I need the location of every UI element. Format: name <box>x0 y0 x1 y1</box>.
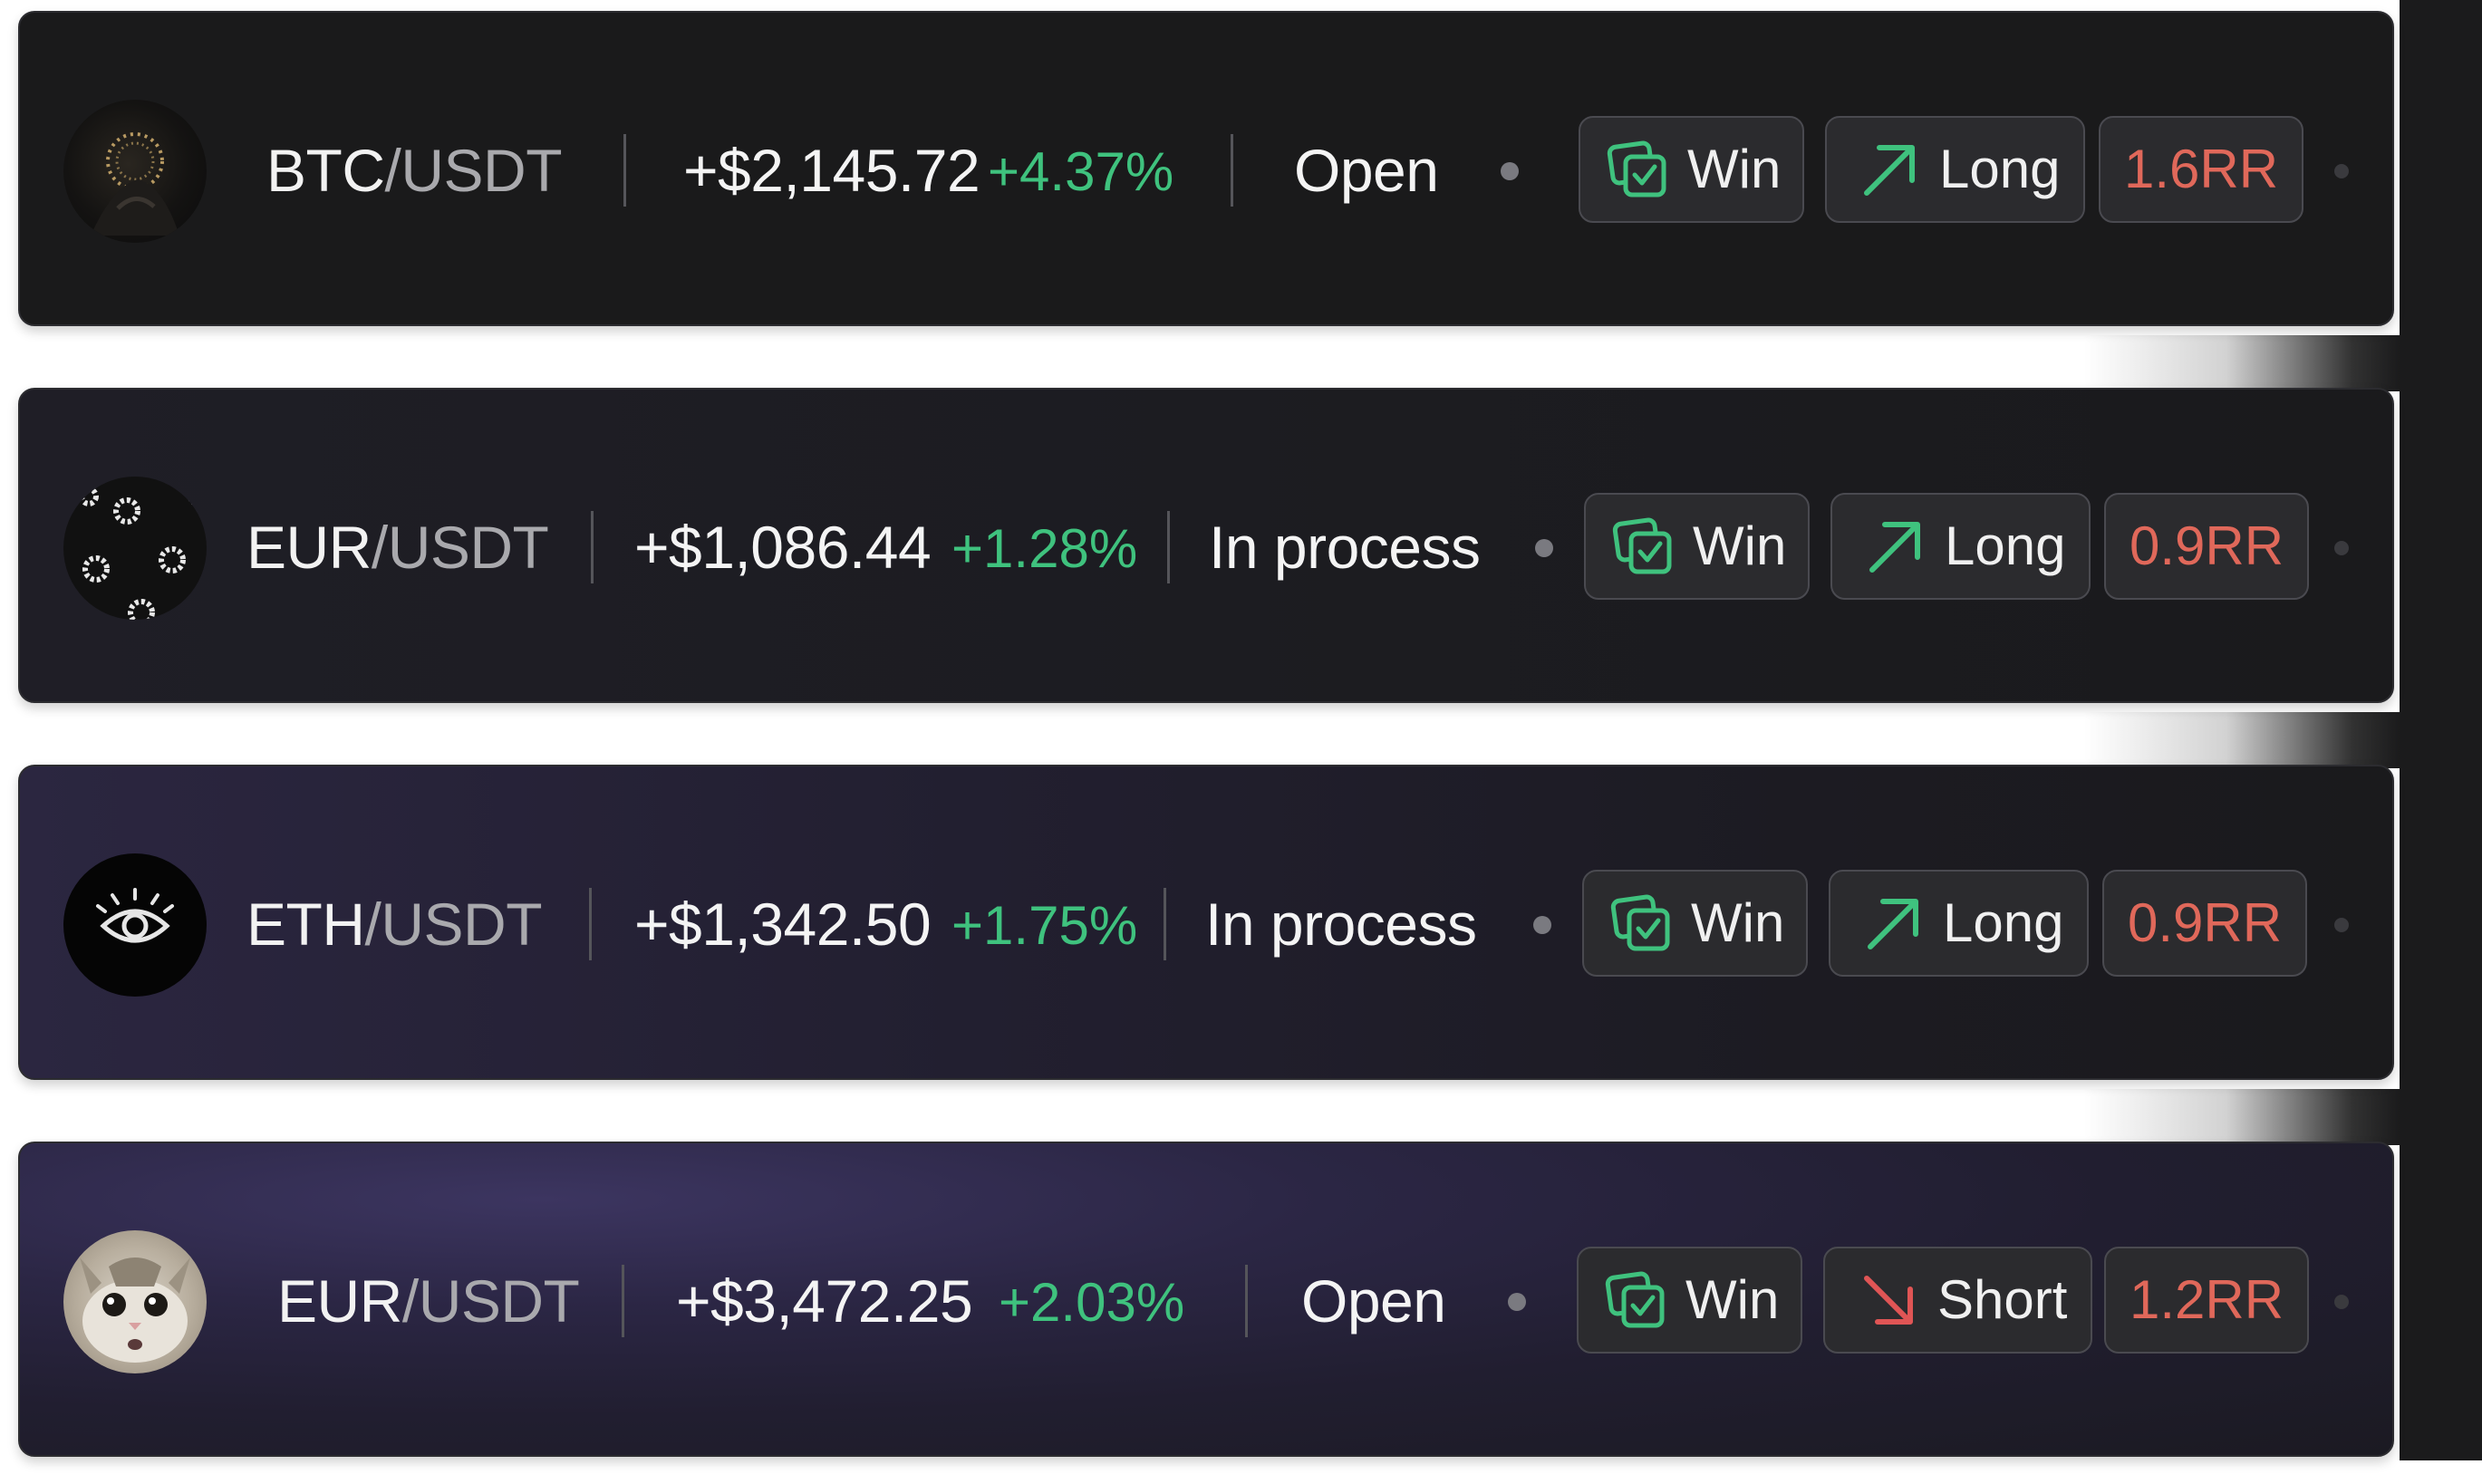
pair-base: ETH <box>246 891 365 958</box>
status-label: Open <box>1301 1267 1446 1335</box>
pnl-percent: +4.37% <box>988 141 1174 202</box>
trading-pair: BTC/USDT <box>266 137 563 204</box>
result-label: Win <box>1687 139 1782 199</box>
pnl-percent: +1.75% <box>951 895 1138 956</box>
pnl-amount: +$1,342.50 <box>634 891 932 958</box>
abstract-sculpture-image <box>91 132 179 236</box>
result-label: Win <box>1685 1269 1780 1330</box>
win-checkbox-icon <box>1612 517 1672 574</box>
edge-fade <box>2084 1089 2400 1145</box>
trade-card[interactable]: EUR/USDT +$3,472.25 +2.03% Open Win Shor… <box>18 1142 2394 1457</box>
pair-slash: / <box>364 891 381 958</box>
pnl-amount: +$3,472.25 <box>676 1267 973 1335</box>
risk-reward-badge[interactable]: 1.2RR <box>2104 1247 2310 1354</box>
pair-slash: / <box>384 137 401 204</box>
status-label: In process <box>1209 514 1481 581</box>
direction-label: Long <box>1939 139 2061 199</box>
result-label: Win <box>1691 892 1785 953</box>
status-label: Open <box>1294 137 1439 204</box>
pair-quote: USDT <box>418 1267 580 1335</box>
pnl-percent: +2.03% <box>999 1272 1185 1333</box>
pnl-amount: +$1,086.44 <box>634 514 932 581</box>
divider <box>623 134 626 207</box>
end-dot <box>2334 918 2349 932</box>
status-label: In process <box>1205 891 1477 958</box>
flower-pattern-image <box>79 487 207 620</box>
direction-label: Long <box>1945 516 2066 576</box>
separator-dot <box>1501 162 1519 180</box>
divider <box>1245 1265 1248 1337</box>
separator-dot <box>1533 916 1551 934</box>
avatar <box>63 100 207 243</box>
cat-face-image <box>80 1258 190 1363</box>
result-badge[interactable]: Win <box>1577 1247 1803 1354</box>
trading-pair: EUR/USDT <box>246 514 549 581</box>
result-badge[interactable]: Win <box>1582 870 1809 977</box>
result-badge[interactable]: Win <box>1579 116 1805 223</box>
direction-label: Long <box>1943 892 2064 953</box>
arrow-up-right-icon <box>1864 145 1915 196</box>
pair-base: EUR <box>277 1267 402 1335</box>
risk-reward-label: 1.2RR <box>2129 1269 2284 1330</box>
result-badge[interactable]: Win <box>1584 493 1811 600</box>
pair-quote: USDT <box>381 891 543 958</box>
end-dot <box>2334 1295 2349 1309</box>
pnl-percent: +1.28% <box>951 518 1138 579</box>
win-checkbox-icon <box>1610 894 1670 951</box>
risk-reward-label: 1.6RR <box>2124 139 2279 199</box>
avatar <box>63 477 207 620</box>
risk-reward-badge[interactable]: 0.9RR <box>2102 870 2308 977</box>
edge-fade <box>2084 335 2400 391</box>
risk-reward-badge[interactable]: 0.9RR <box>2104 493 2310 600</box>
direction-badge[interactable]: Long <box>1829 870 2090 977</box>
avatar <box>63 1230 207 1373</box>
risk-reward-label: 0.9RR <box>2128 892 2283 953</box>
pair-quote: USDT <box>387 514 549 581</box>
result-label: Win <box>1693 516 1787 576</box>
arrow-up-right-icon <box>1868 899 1918 949</box>
pair-base: BTC <box>266 137 385 204</box>
avatar <box>63 853 207 997</box>
divider <box>591 511 594 583</box>
divider <box>589 888 592 960</box>
separator-dot <box>1535 539 1553 557</box>
right-panel-edge <box>2400 0 2482 1460</box>
divider <box>622 1265 624 1337</box>
trading-pair: EUR/USDT <box>277 1267 580 1335</box>
trade-card[interactable]: BTC/USDT +$2,145.72 +4.37% Open Win Long… <box>18 11 2394 326</box>
end-dot <box>2334 164 2349 178</box>
edge-fade <box>2084 712 2400 768</box>
divider <box>1164 888 1166 960</box>
win-checkbox-icon <box>1605 1271 1665 1328</box>
end-dot <box>2334 541 2349 555</box>
direction-badge[interactable]: Long <box>1825 116 2086 223</box>
direction-label: Short <box>1937 1269 2068 1330</box>
pair-slash: / <box>371 514 388 581</box>
trade-card[interactable]: EUR/USDT +$1,086.44 +1.28% In process Wi… <box>18 388 2394 703</box>
arrow-up-right-icon <box>1869 522 1920 573</box>
pair-slash: / <box>401 1267 419 1335</box>
win-checkbox-icon <box>1607 140 1666 198</box>
trading-pair: ETH/USDT <box>246 891 543 958</box>
arrow-down-right-icon <box>1864 1276 1913 1325</box>
pnl-amount: +$2,145.72 <box>683 137 980 204</box>
separator-dot <box>1508 1293 1526 1311</box>
divider <box>1231 134 1233 207</box>
direction-badge[interactable]: Short <box>1823 1247 2093 1354</box>
pair-base: EUR <box>246 514 372 581</box>
eye-icon <box>96 888 174 943</box>
risk-reward-badge[interactable]: 1.6RR <box>2099 116 2304 223</box>
pair-quote: USDT <box>401 137 563 204</box>
risk-reward-label: 0.9RR <box>2129 516 2284 576</box>
divider <box>1167 511 1170 583</box>
direction-badge[interactable]: Long <box>1830 493 2091 600</box>
trade-card[interactable]: ETH/USDT +$1,342.50 +1.75% In process Wi… <box>18 765 2394 1080</box>
